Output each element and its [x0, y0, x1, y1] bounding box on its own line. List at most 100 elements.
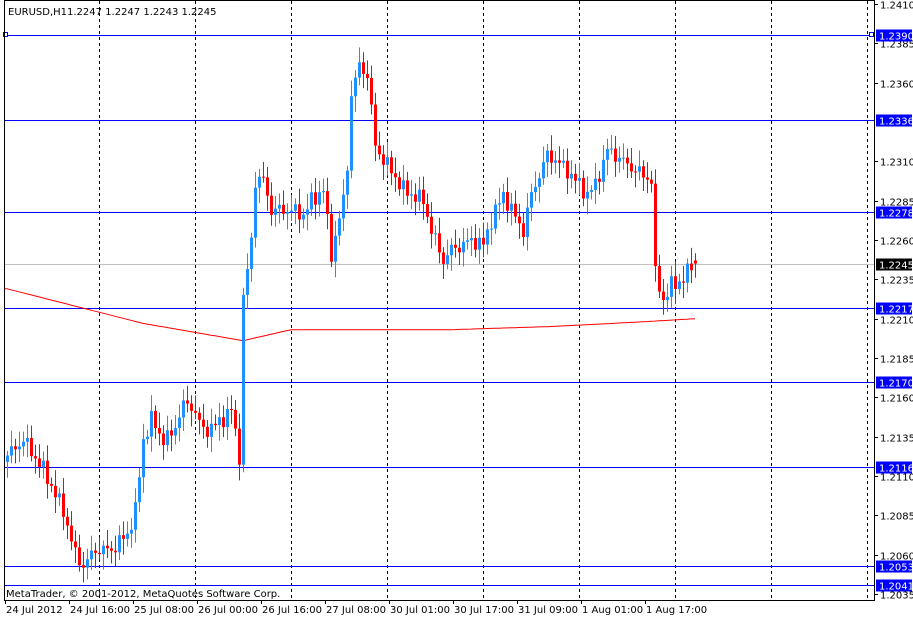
candle-bullish	[286, 212, 289, 214]
candle-bullish	[554, 160, 557, 163]
candle-bearish	[206, 426, 209, 437]
candle-bearish	[70, 525, 73, 542]
price-axis[interactable]: 1.24101.23851.23601.23101.22851.22601.22…	[874, 1, 913, 602]
candle-bullish	[58, 493, 61, 498]
candle-bullish	[622, 157, 625, 159]
candle-bullish	[126, 533, 129, 539]
candle-bearish	[158, 428, 161, 434]
chart-symbol: EURUSD,H1	[8, 7, 67, 18]
candle-bearish	[650, 179, 653, 184]
candle-bearish	[30, 438, 33, 457]
level-price-label: 1.2041	[879, 582, 913, 593]
candle-bearish	[202, 419, 205, 427]
candle-bearish	[654, 183, 657, 267]
candle-bearish	[414, 194, 417, 202]
candle-bullish	[250, 237, 253, 270]
time-tick-label: 26 Jul 00:00	[198, 605, 258, 616]
candle-bullish	[254, 187, 257, 238]
level-price-label: 1.2217	[879, 305, 913, 316]
time-axis[interactable]: 24 Jul 2012 24 Jul 16:00 25 Jul 08:00 26 Ju…	[5, 600, 708, 616]
candle-bullish	[10, 446, 13, 456]
candle-bullish	[26, 438, 29, 442]
candle-bullish	[402, 180, 405, 190]
candle-bearish	[238, 428, 241, 465]
price-tick-label: 1.2260	[880, 237, 913, 248]
price-chart[interactable]: 1.24101.23851.23601.23101.22851.22601.22…	[0, 0, 913, 619]
price-tick-label: 1.2085	[880, 512, 913, 523]
candle-bearish	[390, 157, 393, 174]
candle-bullish	[306, 209, 309, 215]
candle-bearish	[482, 237, 485, 245]
candle-bearish	[186, 400, 189, 404]
candle-bearish	[518, 216, 521, 224]
candle-bearish	[234, 409, 237, 429]
candle-bullish	[226, 408, 229, 428]
time-tick-label: 1 Aug 01:00	[582, 605, 643, 616]
candle-bullish	[578, 177, 581, 181]
candle-bullish	[638, 166, 641, 172]
level-price-label: 1.2278	[879, 209, 913, 220]
level-price-label: 1.2390	[879, 32, 913, 43]
candle-bearish	[426, 204, 429, 217]
time-tick-label: 24 Jul 16:00	[70, 605, 130, 616]
candle-bearish	[566, 160, 569, 179]
candle-bearish	[398, 177, 401, 190]
candle-bullish	[150, 410, 153, 437]
candle-bullish	[6, 455, 9, 462]
candle-bullish	[166, 430, 169, 446]
candle-bullish	[142, 439, 145, 478]
candle-bullish	[450, 244, 453, 256]
moving-average	[5, 288, 696, 342]
candle-bearish	[626, 157, 629, 164]
candle-bullish	[446, 255, 449, 264]
candle-bearish	[514, 203, 517, 217]
candle-bearish	[82, 565, 85, 568]
candle-bearish	[94, 550, 97, 553]
candle-bearish	[34, 456, 37, 459]
candle-bearish	[430, 216, 433, 234]
candle-bearish	[214, 423, 217, 426]
candle-bearish	[598, 178, 601, 182]
candle-bullish	[478, 237, 481, 250]
candle-bearish	[646, 177, 649, 180]
candle-bullish	[130, 529, 133, 534]
candle-bullish	[310, 192, 313, 210]
candle-bullish	[118, 535, 121, 553]
candle-bearish	[438, 233, 441, 253]
candle-bearish	[378, 145, 381, 155]
candle-bullish	[686, 263, 689, 283]
candle-bearish	[62, 493, 65, 517]
candle-bullish	[182, 400, 185, 418]
time-tick-label: 30 Jul 17:00	[454, 605, 514, 616]
candle-bearish	[38, 458, 41, 467]
candle-bearish	[222, 417, 225, 428]
level-price-label: 1.2170	[879, 379, 913, 390]
candle-bearish	[558, 160, 561, 163]
candle-bullish	[618, 157, 621, 162]
candle-bullish	[102, 545, 105, 555]
candle-bullish	[274, 208, 277, 215]
level-price-label: 1.2053	[879, 563, 913, 574]
candle-bullish	[334, 235, 337, 262]
candle-bullish	[666, 296, 669, 301]
candle-bearish	[78, 547, 81, 566]
candle-bearish	[362, 62, 365, 74]
chart-quote: 1.2247 1.2247 1.2243 1.2245	[67, 7, 217, 18]
candle-bearish	[382, 154, 385, 165]
current-price-label: 1.2245	[879, 261, 913, 272]
candle-bearish	[630, 163, 633, 172]
candle-bearish	[162, 433, 165, 446]
candle-bullish	[22, 441, 25, 447]
candle-bullish	[546, 150, 549, 163]
time-tick-label: 30 Jul 01:00	[390, 605, 450, 616]
candle-bearish	[54, 485, 57, 498]
candle-bullish	[386, 157, 389, 165]
candle-bullish	[322, 191, 325, 193]
time-tick-label: 31 Jul 09:00	[518, 605, 578, 616]
candle-bullish	[346, 170, 349, 195]
candle-bearish	[106, 545, 109, 549]
candle-bullish	[138, 477, 141, 503]
candle-bullish	[606, 149, 609, 160]
candle-bearish	[454, 244, 457, 248]
candle-bullish	[562, 160, 565, 163]
